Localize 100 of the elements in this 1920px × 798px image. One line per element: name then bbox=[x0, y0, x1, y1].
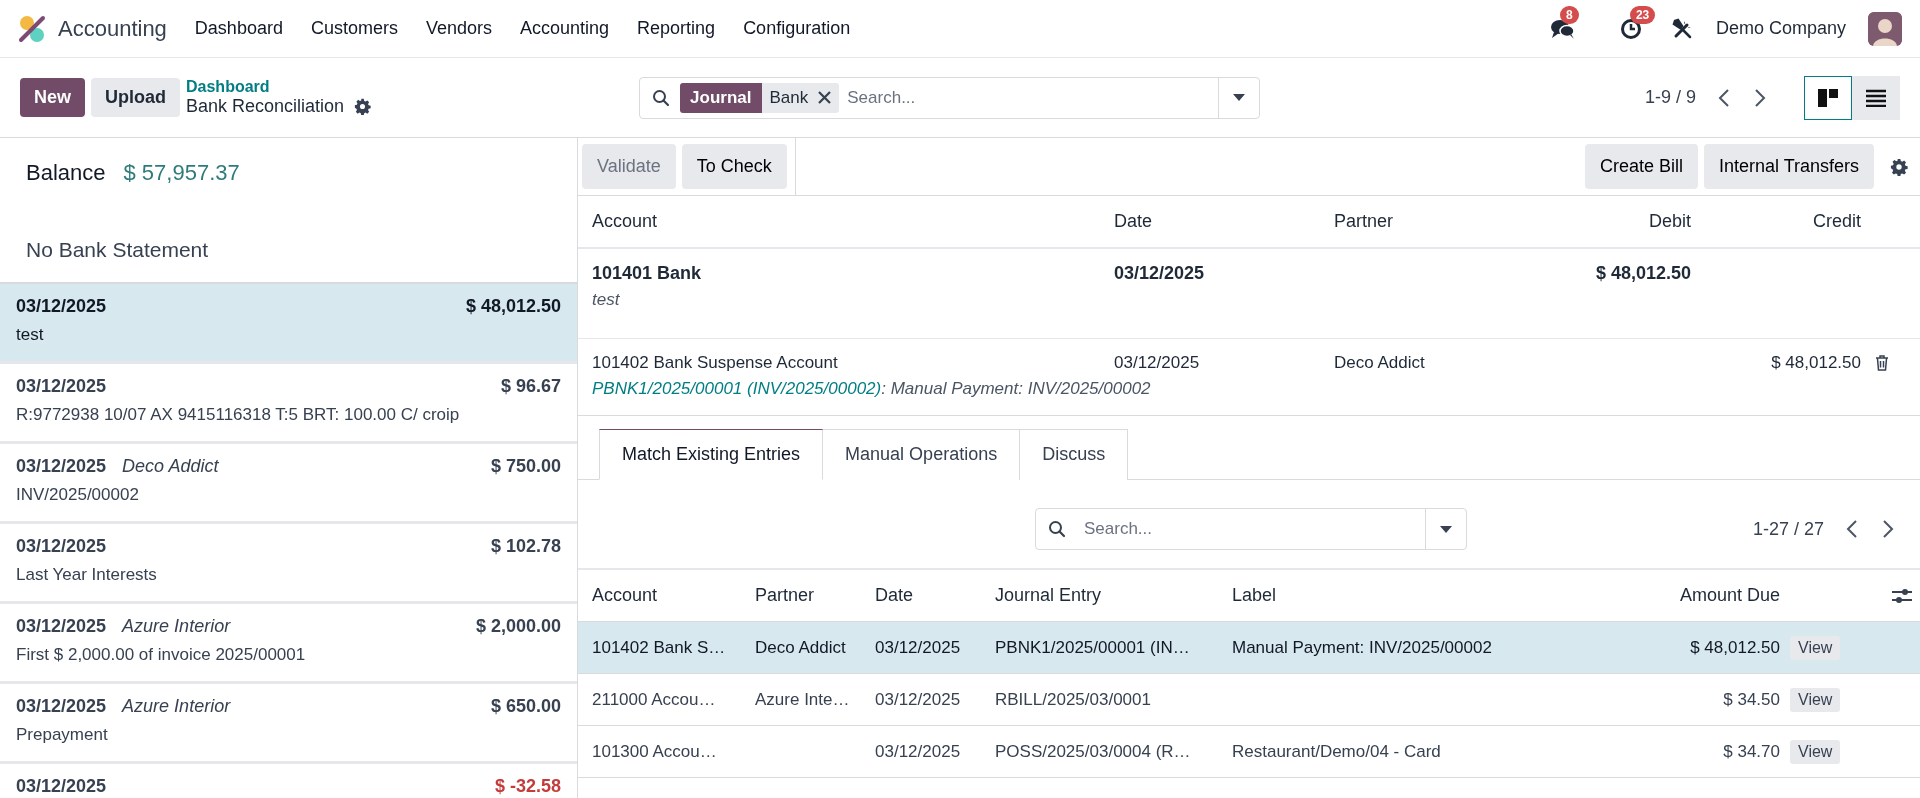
company-name[interactable]: Demo Company bbox=[1715, 18, 1846, 39]
table-cell: POSS/2025/03/0004 (R… bbox=[995, 741, 1191, 761]
menu-item[interactable]: Reporting bbox=[623, 18, 730, 39]
line-label: R:9772938 10/07 AX 9415116318 T:5 BRT: 100.00 C/ croip bbox=[16, 405, 461, 425]
line-partner: Deco Addict bbox=[122, 456, 219, 476]
table-cell: PBNK1/2025/00001 (IN… bbox=[995, 637, 1190, 657]
line-date: 03/12/2025 bbox=[16, 696, 107, 716]
statement-line[interactable]: 03/12/2025 Azure Interior $ 650.00 Prepayment bbox=[0, 684, 577, 764]
menu-item[interactable]: Accounting bbox=[506, 18, 624, 39]
line-partner: Azure Interior bbox=[122, 696, 231, 716]
line-amount: $ 102.78 bbox=[490, 536, 561, 557]
column-header: Journal Entry bbox=[995, 585, 1102, 605]
table-cell: $ 48,012.50 bbox=[1595, 263, 1691, 283]
balance-label: Balance bbox=[26, 160, 106, 186]
table-cell: 03/12/2025 bbox=[1114, 263, 1205, 283]
to-check-button[interactable]: To Check bbox=[681, 144, 787, 189]
line-amount: $ 96.67 bbox=[500, 376, 561, 397]
line-description: PBNK1/2025/00001 (INV/2025/00002): Manual Payment: INV/2025/00002 bbox=[592, 379, 1151, 398]
statement-line[interactable]: 03/12/2025 Deco Addict $ 750.00 INV/2025/00002 bbox=[0, 444, 577, 524]
table-cell: Azure Inte… bbox=[755, 689, 850, 709]
balance-amount: $ 57,957.37 bbox=[123, 160, 240, 186]
line-label: Prepayment bbox=[16, 725, 109, 745]
table-cell: 101402 Bank S… bbox=[592, 637, 726, 657]
column-header: Label bbox=[1232, 585, 1277, 605]
statement-line[interactable]: 03/12/2025 $ 102.78 Last Year Interests bbox=[0, 524, 577, 604]
table-cell: 03/12/2025 bbox=[875, 741, 961, 761]
upload-button[interactable]: Upload bbox=[91, 78, 180, 117]
journal-entry-link[interactable]: PBNK1/2025/00001 (INV/2025/00002) bbox=[592, 379, 882, 398]
menu-item[interactable]: Vendors bbox=[411, 18, 506, 39]
line-amount: $ 2,000.00 bbox=[475, 616, 561, 637]
search-input[interactable]: Search... bbox=[845, 86, 1219, 109]
table-cell: Deco Addict bbox=[755, 637, 846, 657]
statement-line[interactable]: 03/12/2025 $ 96.67 R:9772938 10/07 AX 9415116318 T:5 BRT: 100.00 C/ croip bbox=[0, 364, 577, 444]
column-header: Partner bbox=[755, 585, 815, 605]
column-header: Date bbox=[1100, 196, 1320, 249]
view-button[interactable]: View bbox=[1790, 635, 1841, 660]
table-cell: 03/12/2025 bbox=[1114, 353, 1200, 372]
app-name[interactable]: Accounting bbox=[58, 15, 167, 42]
column-header: Amount Due bbox=[1679, 585, 1780, 605]
tab[interactable]: Discuss bbox=[1020, 429, 1129, 480]
statement-heading: No Bank Statement bbox=[26, 238, 209, 262]
column-header: Partner bbox=[1320, 196, 1530, 249]
page-title: Bank Reconciliation bbox=[186, 96, 345, 117]
table-cell: $ 48,012.50 bbox=[1771, 353, 1861, 372]
line-label: Last Year Interests bbox=[16, 565, 158, 585]
search-bar[interactable]: Search... bbox=[1035, 508, 1467, 550]
facet-value: Bank bbox=[769, 87, 809, 108]
menu-item[interactable]: Customers bbox=[296, 18, 412, 39]
menu-item[interactable]: Dashboard bbox=[180, 18, 297, 39]
line-description: test bbox=[592, 290, 620, 309]
table-row[interactable]: 211000 Accou… Azure Inte… 03/12/2025 RBILL/2025/03/0001 $ 34.50 View bbox=[578, 674, 1920, 726]
line-amount: $ 48,012.50 bbox=[465, 296, 561, 317]
line-label: First $ 2,000.00 of invoice 2025/00001 bbox=[16, 645, 307, 665]
table-cell: $ 48,012.50 bbox=[1690, 637, 1780, 657]
table-cell: $ 34.70 bbox=[1723, 741, 1780, 761]
table-cell: 101300 Accou… bbox=[592, 741, 717, 761]
pager: 1-27 / 27 bbox=[1752, 518, 1824, 540]
statement-line[interactable]: 03/12/2025 Azure Interior $ 2,000.00 First $ 2,000.00 of invoice 2025/00001 bbox=[0, 604, 577, 684]
column-header: Account bbox=[592, 585, 658, 605]
line-partner: Azure Interior bbox=[122, 616, 231, 636]
table-cell: RBILL/2025/03/0001 bbox=[995, 689, 1151, 709]
table-cell: 03/12/2025 bbox=[875, 689, 961, 709]
table-cell: Manual Payment: INV/2025/00002 bbox=[1232, 637, 1492, 657]
column-header: Account bbox=[578, 196, 1100, 249]
table-cell: 03/12/2025 bbox=[875, 637, 961, 657]
column-header: Debit bbox=[1530, 196, 1705, 249]
menu-item[interactable]: Configuration bbox=[729, 18, 865, 39]
line-amount: $ 650.00 bbox=[490, 696, 561, 717]
new-button[interactable]: New bbox=[20, 78, 85, 117]
line-date: 03/12/2025 bbox=[16, 776, 107, 796]
view-button[interactable]: View bbox=[1790, 739, 1841, 764]
message-count-badge: 8 bbox=[1559, 5, 1579, 24]
search-input[interactable]: Search... bbox=[1082, 518, 1425, 540]
breadcrumb-link[interactable]: Dashboard bbox=[186, 78, 372, 96]
line-label: test bbox=[16, 325, 45, 345]
table-cell: Restaurant/Demo/04 - Card bbox=[1232, 741, 1441, 761]
table-cell: 101401 Bank bbox=[592, 263, 702, 283]
line-date: 03/12/2025 bbox=[16, 376, 107, 396]
tab[interactable]: Match Existing Entries bbox=[599, 429, 824, 480]
table-row[interactable]: 101402 Bank S… Deco Addict 03/12/2025 PBNK1/2025/00001 (IN… Manual Payment: INV/2025/00002 $ 48,012.50 View bbox=[578, 622, 1920, 674]
line-date: 03/12/2025 bbox=[16, 456, 107, 476]
statement-line[interactable]: 03/12/2025 $ -32.58 bbox=[0, 764, 577, 798]
line-date: 03/12/2025 bbox=[16, 616, 107, 636]
line-amount: $ -32.58 bbox=[494, 776, 561, 797]
column-header: Date bbox=[875, 585, 914, 605]
line-date: 03/12/2025 bbox=[16, 536, 107, 556]
activity-count-badge: 23 bbox=[1629, 5, 1656, 24]
line-label: INV/2025/00002 bbox=[16, 485, 140, 505]
line-date: 03/12/2025 bbox=[16, 296, 107, 316]
create-bill-button[interactable]: Create Bill bbox=[1584, 144, 1698, 189]
table-row[interactable]: 101300 Accou… 03/12/2025 POSS/2025/03/0004 (R… Restaurant/Demo/04 - Card $ 34.70 View bbox=[578, 726, 1920, 778]
line-amount: $ 750.00 bbox=[490, 456, 561, 477]
tab[interactable]: Manual Operations bbox=[823, 429, 1021, 480]
facet-label: Journal bbox=[680, 82, 762, 113]
table-cell: 101402 Bank Suspense Account bbox=[592, 353, 838, 372]
table-cell: Deco Addict bbox=[1334, 353, 1425, 372]
view-button[interactable]: View bbox=[1790, 687, 1841, 712]
internal-transfers-button[interactable]: Internal Transfers bbox=[1703, 144, 1874, 189]
search-bar[interactable]: Journal Bank Search... bbox=[639, 76, 1261, 119]
table-cell: $ 34.50 bbox=[1723, 689, 1780, 709]
